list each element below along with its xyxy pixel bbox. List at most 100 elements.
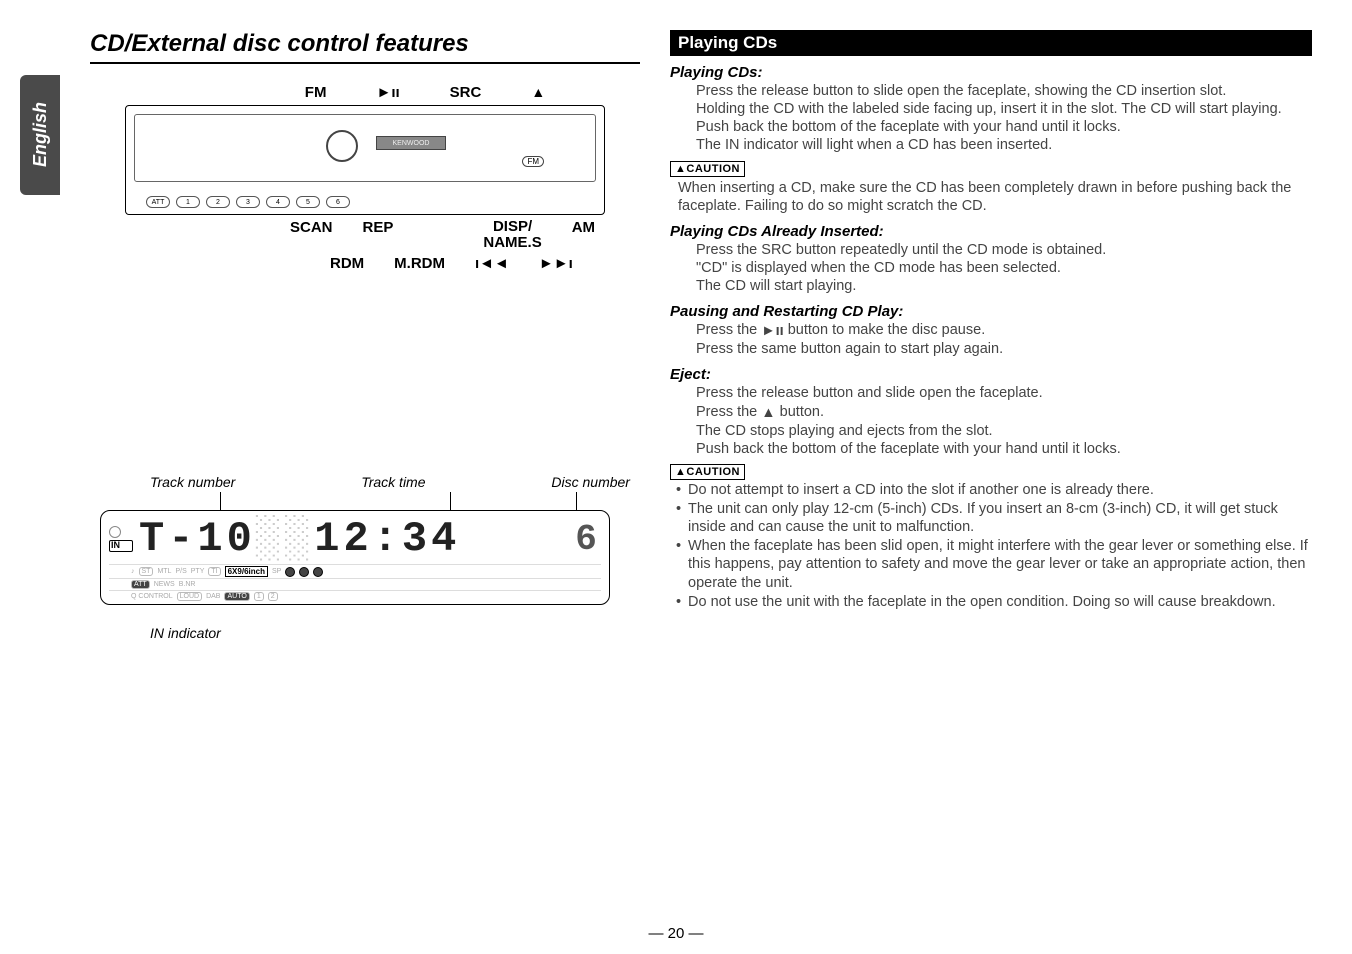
qcontrol-label: Q CONTROL bbox=[131, 593, 173, 600]
phone-icon bbox=[313, 567, 323, 577]
speaker-6x9-box: 6X9/6inch bbox=[225, 566, 268, 577]
src-label: SRC bbox=[450, 84, 482, 101]
device-bottom-labels-1: SCAN REP DISP/ NAME.S AM bbox=[90, 219, 640, 251]
bullet-item: •When the faceplate has been slid open, … bbox=[676, 537, 1312, 591]
device-diagram: FM ►ıı SRC ▲ KENWOOD FM ATT 1 2 3 4 5 6 bbox=[90, 84, 640, 364]
device-btn: 2 bbox=[206, 196, 230, 208]
status-icon: ♪ bbox=[131, 568, 135, 575]
disp-name-label: DISP/ NAME.S bbox=[483, 219, 541, 251]
device-screen bbox=[134, 114, 596, 182]
bullet-item: •Do not attempt to insert a CD into the … bbox=[676, 481, 1312, 499]
fm-label: FM bbox=[305, 84, 327, 101]
body-text: "CD" is displayed when the CD mode has b… bbox=[696, 259, 1312, 277]
language-label: English bbox=[30, 102, 51, 167]
bullet-item: •The unit can only play 12-cm (5-inch) C… bbox=[676, 500, 1312, 536]
device-btn: 4 bbox=[266, 196, 290, 208]
device-fm-pill: FM bbox=[522, 156, 544, 167]
lcd-labels: Track number Track time Disc number bbox=[90, 474, 640, 490]
page-number: — 20 — bbox=[648, 925, 703, 942]
subhead-pausing: Pausing and Restarting CD Play: bbox=[670, 303, 1312, 320]
track-number-label: Track number bbox=[150, 474, 235, 490]
am-label: AM bbox=[572, 219, 595, 251]
body-text: Press the release button to slide open t… bbox=[696, 82, 1312, 100]
lcd-left-icons: IN bbox=[109, 526, 133, 552]
subhead-already-inserted: Playing CDs Already Inserted: bbox=[670, 223, 1312, 240]
lcd-status-row: ♪ ST MTL P/S PTY TI 6X9/6inch SP bbox=[109, 564, 601, 577]
mute-icon bbox=[299, 567, 309, 577]
body-text: Press the SRC button repeatedly until th… bbox=[696, 241, 1312, 259]
st-pill: ST bbox=[139, 567, 154, 576]
right-column: Playing CDs Playing CDs: Press the relea… bbox=[670, 30, 1312, 641]
body-text: The IN indicator will light when a CD ha… bbox=[696, 136, 1312, 154]
body-text: Press the ►ıı button to make the disc pa… bbox=[696, 321, 1312, 340]
att-pill: ATT bbox=[131, 580, 150, 589]
track-time-value: 12:34 bbox=[314, 515, 460, 563]
caution-text: When inserting a CD, make sure the CD ha… bbox=[678, 179, 1312, 215]
lcd-leader-lines bbox=[90, 492, 640, 510]
lcd-status-row3: Q CONTROL LOUD DAB AUTO 1 2 bbox=[109, 590, 601, 601]
device-btn: 1 bbox=[176, 196, 200, 208]
disc-number-value: 6 bbox=[571, 519, 601, 560]
pty-label: PTY bbox=[191, 568, 205, 575]
track-number-value: T-10 bbox=[139, 515, 256, 563]
bullet-item: •Do not use the unit with the faceplate … bbox=[676, 593, 1312, 611]
subhead-eject: Eject: bbox=[670, 366, 1312, 383]
scan-label: SCAN bbox=[290, 219, 333, 251]
eject-icon: ▲ bbox=[531, 84, 545, 101]
mtl-label: MTL bbox=[157, 568, 171, 575]
caution-box: ▲CAUTION bbox=[670, 464, 745, 480]
device-btn: 6 bbox=[326, 196, 350, 208]
device-btn: 3 bbox=[236, 196, 260, 208]
lcd-text: T-10░░12:34 bbox=[139, 515, 565, 563]
left-column: CD/External disc control features FM ►ıı… bbox=[90, 30, 640, 641]
eject-icon: ▲ bbox=[761, 404, 775, 422]
subhead-playing-cds: Playing CDs: bbox=[670, 64, 1312, 81]
lcd-box: IN T-10░░12:34 6 ♪ ST MTL P/S PTY TI 6X9… bbox=[100, 510, 610, 605]
page-title: CD/External disc control features bbox=[90, 30, 640, 64]
content: CD/External disc control features FM ►ıı… bbox=[90, 30, 1312, 641]
ti-pill: TI bbox=[208, 567, 220, 576]
body-text: Press the release button and slide open … bbox=[696, 384, 1312, 402]
in-indicator-caption: IN indicator bbox=[150, 625, 640, 641]
one-pill: 1 bbox=[254, 592, 264, 601]
sp-label: SP bbox=[272, 568, 281, 575]
device-box: KENWOOD FM ATT 1 2 3 4 5 6 bbox=[125, 105, 605, 215]
device-btn: ATT bbox=[146, 196, 170, 208]
disc-icon bbox=[109, 526, 121, 538]
mrdm-label: M.RDM bbox=[394, 255, 445, 272]
play-pause-icon: ►ıı bbox=[761, 322, 783, 340]
disc-number-label: Disc number bbox=[551, 474, 630, 490]
caution-bullets: •Do not attempt to insert a CD into the … bbox=[676, 481, 1312, 611]
prev-icon: ı◄◄ bbox=[475, 255, 509, 272]
caution-box: ▲CAUTION bbox=[670, 161, 745, 177]
lcd-main: IN T-10░░12:34 6 bbox=[109, 515, 601, 563]
device-bottom-labels-2: RDM M.RDM ı◄◄ ►►ı bbox=[90, 255, 640, 272]
device-knob bbox=[326, 130, 358, 162]
two-pill: 2 bbox=[268, 592, 278, 601]
language-tab: English bbox=[20, 75, 60, 195]
body-text: The CD will start playing. bbox=[696, 277, 1312, 295]
device-brand: KENWOOD bbox=[376, 136, 446, 150]
clock-icon bbox=[285, 567, 295, 577]
body-text: Press the same button again to start pla… bbox=[696, 340, 1312, 358]
section-heading: Playing CDs bbox=[670, 30, 1312, 56]
lcd-diagram: Track number Track time Disc number IN T… bbox=[90, 474, 640, 641]
body-text: Push back the bottom of the faceplate wi… bbox=[696, 440, 1312, 458]
rdm-label: RDM bbox=[330, 255, 364, 272]
device-number-buttons: ATT 1 2 3 4 5 6 bbox=[146, 196, 350, 208]
body-text: Press the ▲ button. bbox=[696, 403, 1312, 422]
in-indicator: IN bbox=[109, 540, 133, 552]
body-text: Holding the CD with the labeled side fac… bbox=[696, 100, 1312, 136]
device-btn: 5 bbox=[296, 196, 320, 208]
rep-label: REP bbox=[363, 219, 394, 251]
news-label: NEWS bbox=[154, 581, 175, 588]
device-top-labels: FM ►ıı SRC ▲ bbox=[90, 84, 640, 101]
track-time-label: Track time bbox=[361, 474, 425, 490]
next-icon: ►►ı bbox=[539, 255, 573, 272]
ps-label: P/S bbox=[175, 568, 186, 575]
lcd-status-row2: ATT NEWS B.NR bbox=[109, 578, 601, 589]
dab-label: DAB bbox=[206, 593, 220, 600]
loud-pill: LOUD bbox=[177, 592, 202, 601]
body-text: The CD stops playing and ejects from the… bbox=[696, 422, 1312, 440]
auto-pill: AUTO bbox=[224, 592, 249, 601]
